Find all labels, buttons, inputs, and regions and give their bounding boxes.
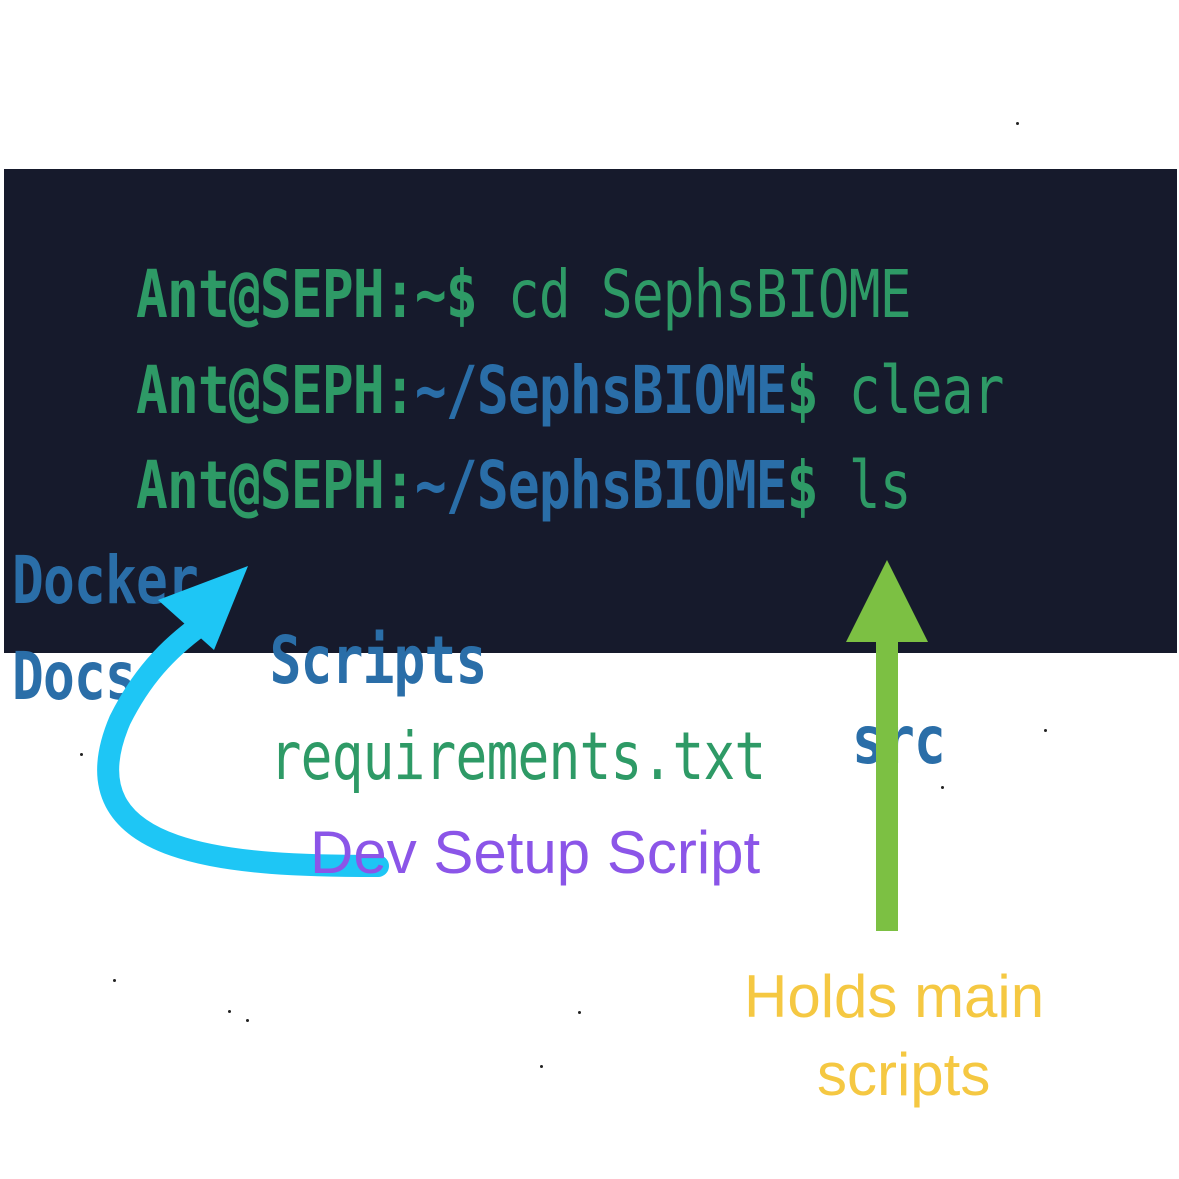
holds-main-label-line2: scripts [817, 1041, 991, 1108]
holds-main-label-line1: Holds main [744, 963, 1045, 1030]
speck [113, 979, 116, 982]
speck [1016, 122, 1019, 125]
green-arrowhead [846, 560, 928, 642]
speck [80, 753, 83, 756]
green-arrow-shaft [876, 636, 898, 931]
speck [578, 1011, 581, 1014]
speck [540, 1065, 543, 1068]
speck [1044, 729, 1047, 732]
speck [228, 1010, 231, 1013]
speck [246, 1019, 249, 1022]
dev-setup-script-label: Dev Setup Script [310, 819, 761, 886]
speck [941, 786, 944, 789]
